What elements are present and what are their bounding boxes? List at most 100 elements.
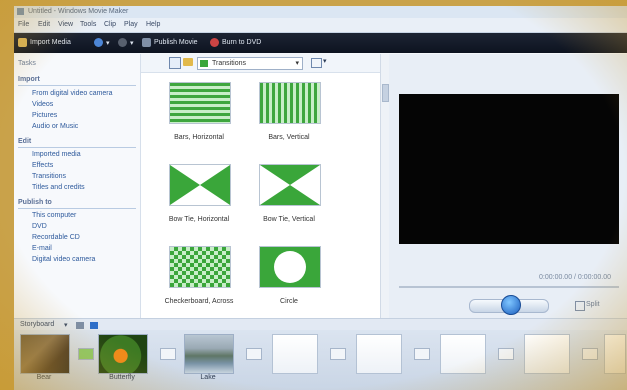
menu-tools[interactable]: Tools (80, 21, 96, 28)
folder-icon[interactable] (183, 58, 193, 66)
split-label: Split (586, 301, 600, 308)
collection-dropdown-value: Transitions (212, 60, 246, 67)
task-this-computer[interactable]: This computer (32, 212, 76, 219)
publish-icon (142, 38, 151, 47)
play-storyboard-icon[interactable] (90, 322, 98, 329)
task-effects[interactable]: Effects (32, 162, 53, 169)
bow-tie-vertical-graphic (260, 165, 320, 205)
transition-checkerboard-across[interactable] (169, 246, 231, 288)
rewind-icon[interactable] (76, 322, 84, 329)
clip-label: Lake (200, 374, 216, 381)
view-options-icon[interactable] (311, 58, 322, 68)
transition-slot[interactable] (414, 348, 430, 360)
circle-graphic (274, 251, 306, 283)
empty-clip-slot[interactable] (440, 334, 486, 374)
transition-label: Bow Tie, Horizontal (168, 216, 230, 223)
transition-label: Checkerboard, Across (164, 298, 234, 305)
transition-slot[interactable] (498, 348, 514, 360)
movie-maker-window: Untitled - Windows Movie Maker File Edit… (14, 6, 627, 390)
transition-slot[interactable] (78, 348, 94, 360)
transition-slot[interactable] (330, 348, 346, 360)
view-dropdown-icon[interactable]: ▾ (323, 57, 327, 65)
edit-section-title: Edit (18, 138, 32, 145)
transition-label: Bars, Horizontal (174, 134, 224, 141)
window-title: Untitled - Windows Movie Maker (28, 8, 129, 15)
transition-slot[interactable] (246, 348, 262, 360)
menu-help[interactable]: Help (146, 21, 160, 28)
chevron-down-icon: ▾ (295, 60, 299, 67)
empty-clip-slot[interactable] (356, 334, 402, 374)
preview-timecode: 0:00:00.00 / 0:00:00.00 (539, 274, 612, 281)
storyboard-clip-lake[interactable] (184, 334, 234, 374)
undo-icon[interactable] (94, 38, 103, 47)
transition-circle[interactable] (259, 246, 321, 288)
publish-section-title: Publish to (18, 199, 52, 206)
redo-dropdown-icon[interactable]: ▾ (130, 39, 134, 47)
scrollbar-thumb[interactable] (382, 84, 389, 102)
undo-dropdown-icon[interactable]: ▾ (106, 39, 110, 47)
storyboard-clip-bear[interactable] (20, 334, 70, 374)
burn-dvd-button[interactable]: Burn to DVD (222, 39, 261, 46)
task-dvd[interactable]: DVD (32, 223, 47, 230)
tasks-toggle-icon[interactable] (169, 57, 181, 69)
storyboard: Bear Butterfly Lake (14, 330, 627, 390)
import-section-title: Import (18, 76, 40, 83)
section-divider (18, 147, 136, 148)
transition-bow-tie-horizontal[interactable] (169, 164, 231, 206)
seek-bar[interactable] (399, 286, 619, 288)
transition-slot[interactable] (160, 348, 176, 360)
import-media-button[interactable]: Import Media (30, 39, 71, 46)
task-email[interactable]: E-mail (32, 245, 52, 252)
chevron-down-icon[interactable]: ▾ (64, 321, 68, 329)
task-titles-credits[interactable]: Titles and credits (32, 184, 85, 191)
menu-clip[interactable]: Clip (104, 21, 116, 28)
storyboard-clip-butterfly[interactable] (98, 334, 148, 374)
menu-edit[interactable]: Edit (38, 21, 50, 28)
dvd-icon (210, 38, 219, 47)
section-divider (18, 85, 136, 86)
redo-icon[interactable] (118, 38, 127, 47)
film-icon (17, 8, 24, 15)
task-from-camera[interactable]: From digital video camera (32, 90, 113, 97)
collection-pane: Transitions ▾ ▾ Bars, Horizontal Bars, V… (141, 54, 380, 318)
preview-screen (399, 94, 619, 244)
menu-file[interactable]: File (18, 21, 29, 28)
publish-movie-button[interactable]: Publish Movie (154, 39, 198, 46)
main-toolbar: Import Media ▾ ▾ Publish Movie Burn to D… (14, 33, 627, 53)
empty-clip-slot[interactable] (272, 334, 318, 374)
tasks-header: Tasks (18, 60, 36, 67)
task-transitions[interactable]: Transitions (32, 173, 66, 180)
transition-bow-tie-vertical[interactable] (259, 164, 321, 206)
clip-label: Bear (36, 374, 52, 381)
tasks-pane: Tasks Import From digital video camera V… (14, 54, 141, 318)
section-divider (18, 208, 136, 209)
menu-bar: File Edit View Tools Clip Play Help (14, 18, 627, 33)
bow-tie-horizontal-graphic (170, 165, 230, 205)
clip-label: Butterfly (109, 374, 135, 381)
transitions-icon (200, 60, 208, 67)
transition-bars-horizontal[interactable] (169, 82, 231, 124)
transition-label: Bars, Vertical (268, 134, 310, 141)
task-videos[interactable]: Videos (32, 101, 53, 108)
storyboard-view-dropdown[interactable]: Storyboard (20, 321, 54, 328)
preview-monitor: 0:00:00.00 / 0:00:00.00 Split (389, 54, 627, 318)
split-icon[interactable] (575, 301, 585, 311)
menu-play[interactable]: Play (124, 21, 138, 28)
transition-slot[interactable] (582, 348, 598, 360)
play-icon[interactable] (501, 295, 521, 315)
task-digital-camera[interactable]: Digital video camera (32, 256, 95, 263)
collection-scrollbar[interactable] (380, 54, 389, 318)
task-audio-music[interactable]: Audio or Music (32, 123, 78, 130)
transition-label: Circle (280, 298, 298, 305)
empty-clip-slot[interactable] (524, 334, 570, 374)
task-recordable-cd[interactable]: Recordable CD (32, 234, 80, 241)
collection-dropdown[interactable]: Transitions ▾ (197, 57, 303, 70)
empty-clip-slot[interactable] (604, 334, 626, 374)
title-bar: Untitled - Windows Movie Maker (14, 6, 627, 18)
task-pictures[interactable]: Pictures (32, 112, 57, 119)
import-media-icon (18, 38, 27, 47)
menu-view[interactable]: View (58, 21, 73, 28)
transition-bars-vertical[interactable] (259, 82, 321, 124)
task-imported-media[interactable]: Imported media (32, 151, 81, 158)
collection-toolbar: Transitions ▾ ▾ (141, 54, 380, 73)
